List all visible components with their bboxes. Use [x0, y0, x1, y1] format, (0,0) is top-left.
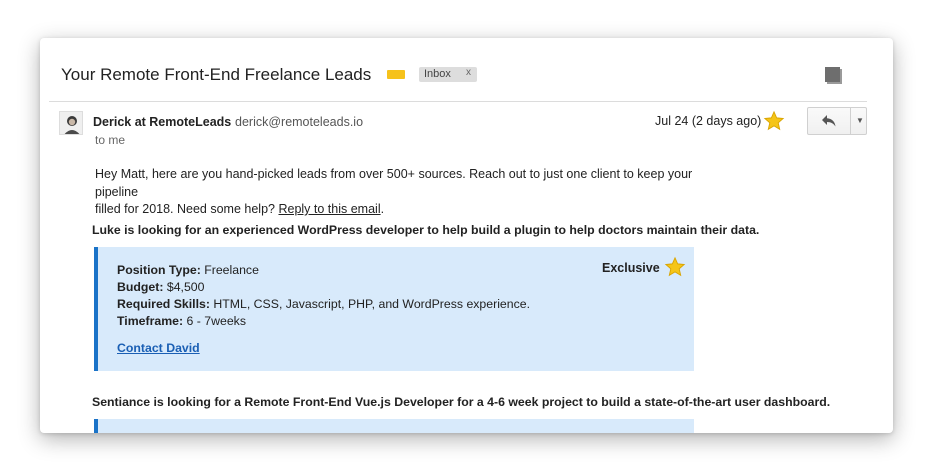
reply-icon	[822, 115, 836, 127]
intro-line-1: Hey Matt, here are you hand-picked leads…	[95, 167, 693, 199]
email-subject: Your Remote Front-End Freelance Leads	[61, 65, 372, 84]
inbox-label-text: Inbox	[424, 68, 451, 80]
subject-row: Your Remote Front-End Freelance Leads In…	[40, 38, 893, 101]
reply-to-email-link[interactable]: Reply to this email	[278, 202, 380, 216]
recipient-toggle[interactable]: to me	[95, 133, 125, 147]
field-required-skills: Required Skills: HTML, CSS, Javascript, …	[117, 297, 531, 311]
field-position-type: Position Type: Freelance	[117, 263, 259, 277]
email-intro: Hey Matt, here are you hand-picked leads…	[95, 166, 735, 219]
intro-line-2: filled for 2018. Need some help? Reply t…	[95, 202, 385, 216]
lead-title: Luke is looking for an experienced WordP…	[92, 223, 760, 237]
header-divider	[49, 101, 867, 102]
email-window: Your Remote Front-End Freelance Leads In…	[40, 38, 893, 433]
reply-button-group: ▼	[807, 107, 867, 135]
email-date: Jul 24 (2 days ago)	[655, 114, 762, 128]
star-icon[interactable]	[763, 110, 785, 132]
exclusive-badge: Exclusive	[602, 261, 660, 275]
more-actions-button[interactable]: ▼	[851, 108, 867, 134]
lead-card: Position Type: Freelance Budget: $4,500 …	[94, 247, 694, 371]
exclusive-star-icon	[664, 256, 686, 278]
remove-label-button[interactable]: x	[466, 67, 471, 78]
chevron-down-icon: ▼	[856, 116, 864, 125]
inbox-label-chip[interactable]: Inbox x	[419, 67, 477, 82]
print-icon[interactable]	[823, 64, 845, 86]
label-tag-icon[interactable]	[387, 70, 405, 79]
field-timeframe: Timeframe: 6 - 7weeks	[117, 314, 246, 328]
lead-title-2: Sentiance is looking for a Remote Front-…	[92, 395, 831, 409]
lead-card-2	[94, 419, 694, 433]
sender-email: derick@remoteleads.io	[235, 115, 364, 129]
sender-avatar[interactable]	[59, 111, 83, 135]
field-budget: Budget: $4,500	[117, 280, 205, 294]
reply-button[interactable]	[808, 108, 851, 134]
contact-link[interactable]: Contact David	[117, 341, 200, 355]
sender-name[interactable]: Derick at RemoteLeads	[93, 115, 231, 129]
